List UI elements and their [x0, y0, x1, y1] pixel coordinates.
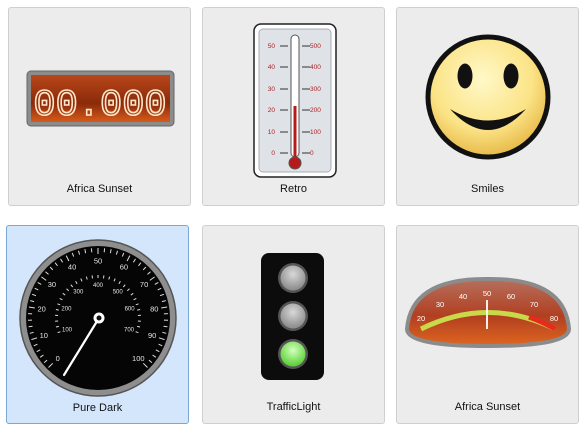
arc-scale-label: 20 — [417, 314, 425, 323]
left-scale-label: 30 — [268, 86, 276, 93]
inner-scale-label: 700 — [124, 327, 135, 333]
outer-scale-label: 70 — [140, 280, 148, 289]
outer-scale-label: 90 — [148, 331, 156, 340]
counter-digits: 00.000 — [33, 85, 166, 127]
left-scale-label: 50 — [268, 43, 276, 50]
right-scale-label: 0 — [310, 150, 314, 157]
outer-scale-label: 80 — [150, 305, 158, 314]
gauge-tile-smiles[interactable]: Smiles — [396, 7, 579, 206]
inner-scale-label: 500 — [113, 290, 124, 296]
inner-scale-label: 200 — [61, 307, 72, 313]
tile-label: Smiles — [470, 183, 504, 195]
inner-scale-label: 600 — [125, 307, 136, 313]
gauge-tile-africa-sunset-counter[interactable]: 00.000 Africa Sunset — [8, 7, 191, 206]
tile-label: Pure Dark — [72, 402, 123, 414]
arc-scale-label: 80 — [550, 314, 558, 323]
gauge-tile-africa-sunset-arc[interactable]: 20 30 40 50 60 70 80 Africa Sunset — [396, 225, 579, 424]
scale-tick — [109, 249, 112, 254]
right-scale-label: 400 — [310, 64, 321, 71]
inner-scale-tick — [136, 325, 141, 328]
gauge-tile-trafficlight[interactable]: TrafficLight — [202, 225, 385, 424]
outer-scale-label: 60 — [120, 263, 128, 272]
left-scale-label: 10 — [268, 129, 276, 136]
speedometer-icon: 0 10 20 30 40 50 60 70 80 90 100 100 200 300 400 500 60… — [19, 239, 177, 397]
inner-scale-label: 400 — [93, 283, 104, 289]
digital-counter-icon: 00.000 — [26, 70, 175, 128]
traffic-light-icon — [261, 253, 324, 380]
arc-scale-label: 50 — [483, 289, 491, 298]
inner-scale-tick — [137, 309, 141, 311]
arc-scale-label: 60 — [507, 292, 515, 301]
tile-label: Africa Sunset — [66, 183, 133, 195]
outer-scale-label: 100 — [132, 354, 145, 363]
right-scale-label: 100 — [310, 129, 321, 136]
outer-scale-label: 0 — [56, 354, 60, 363]
outer-scale-label: 10 — [40, 331, 48, 340]
thermometer-icon: 50 40 30 20 10 0 500 400 300 200 100 0 — [253, 23, 337, 178]
arc-scale-label: 70 — [530, 300, 538, 309]
left-scale-label: 40 — [268, 64, 276, 71]
arc-scale-label: 40 — [459, 292, 467, 301]
tile-label: Retro — [280, 183, 307, 195]
arc-gauge-icon: 20 30 40 50 60 70 80 — [404, 276, 572, 349]
tile-label: Africa Sunset — [454, 401, 521, 413]
outer-scale-label: 40 — [68, 263, 76, 272]
inner-scale-label: 100 — [62, 327, 73, 333]
inner-scale-label: 300 — [73, 290, 84, 296]
outer-scale-label: 30 — [48, 280, 56, 289]
right-scale-label: 200 — [310, 107, 321, 114]
outer-scale-label: 20 — [38, 305, 46, 314]
gauge-tile-pure-dark[interactable]: 0 10 20 30 40 50 60 70 80 90 100 100 200 300 400 500 60… — [6, 225, 189, 424]
scale-tick — [84, 249, 87, 254]
scale-tick — [28, 325, 33, 328]
outer-scale-label: 50 — [94, 257, 102, 266]
inner-scale-tick — [55, 325, 60, 328]
right-scale-label: 300 — [310, 86, 321, 93]
scale-tick — [163, 325, 168, 328]
tile-label: TrafficLight — [266, 401, 321, 413]
smiley-icon — [425, 34, 551, 160]
inner-scale-tick — [55, 309, 59, 311]
left-scale-label: 20 — [268, 107, 276, 114]
left-scale-label: 0 — [271, 150, 275, 157]
arc-scale-label: 30 — [436, 300, 444, 309]
right-scale-label: 500 — [310, 43, 321, 50]
gauge-tile-retro[interactable]: 50 40 30 20 10 0 500 400 300 200 100 0 R… — [202, 7, 385, 206]
